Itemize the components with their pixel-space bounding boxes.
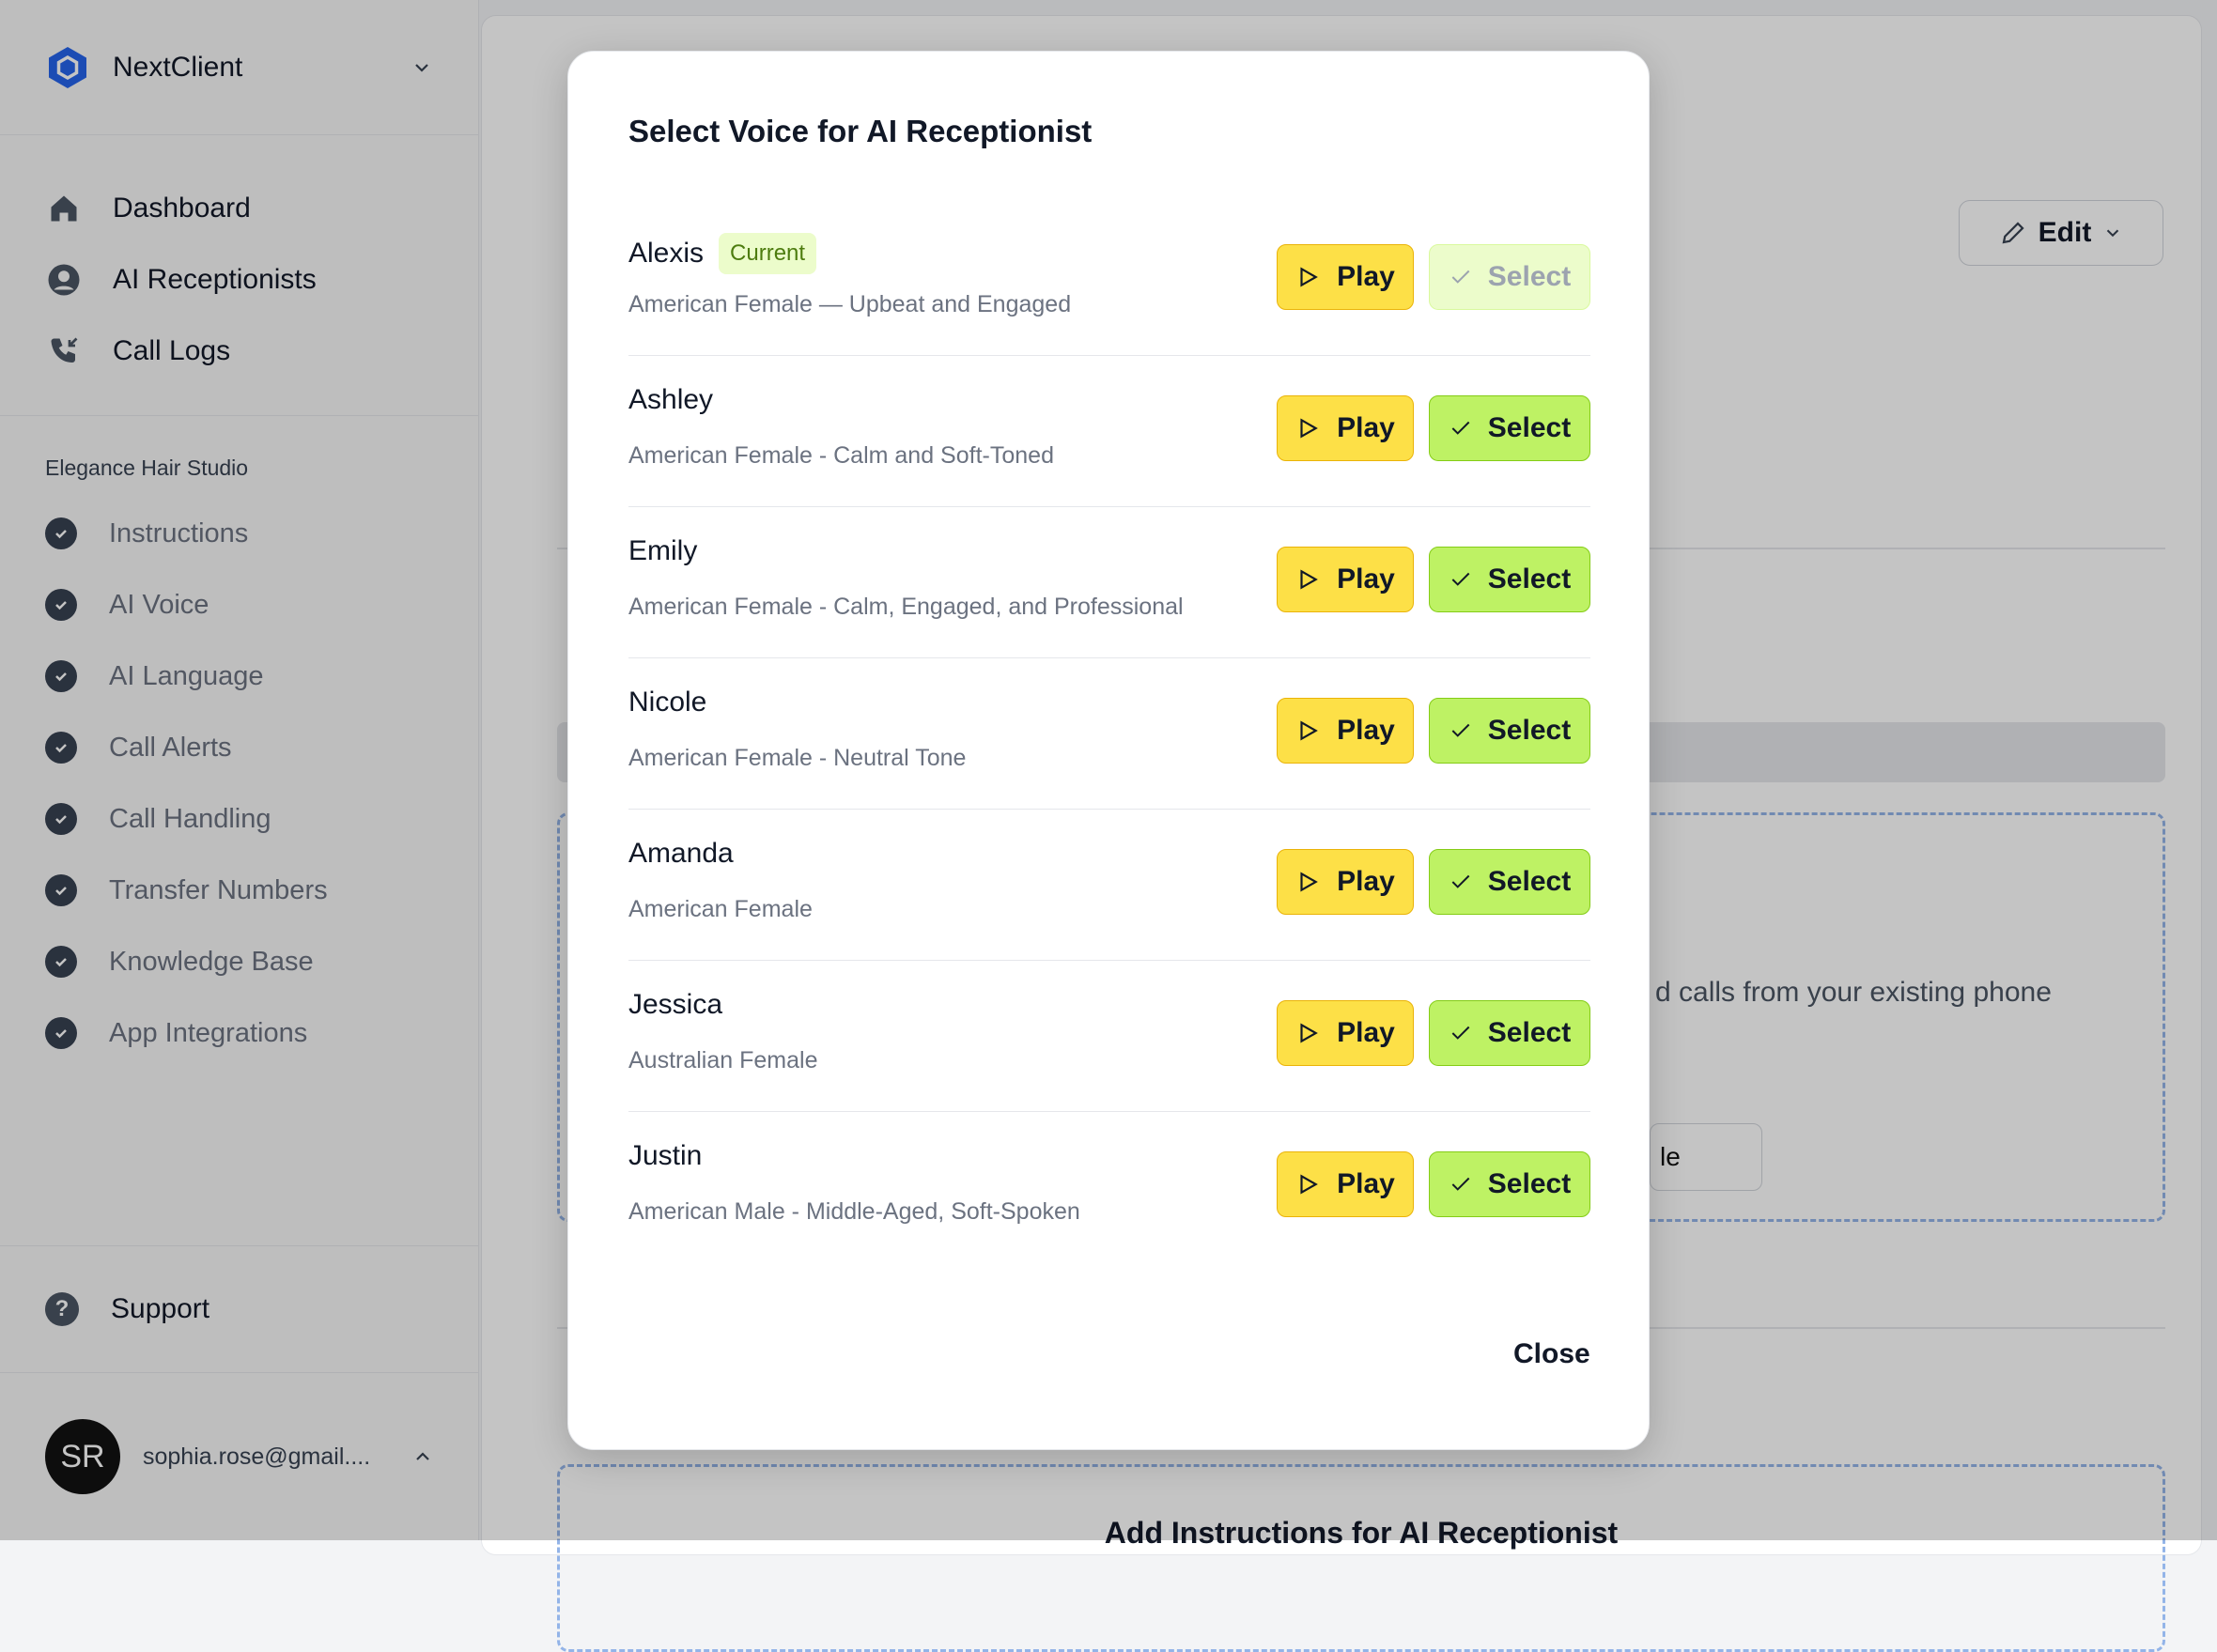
- play-button[interactable]: Play: [1277, 547, 1414, 612]
- play-icon: [1300, 1023, 1318, 1043]
- select-button[interactable]: Select: [1429, 1000, 1590, 1066]
- play-button[interactable]: Play: [1277, 1000, 1414, 1066]
- play-label: Play: [1337, 412, 1395, 443]
- select-label: Select: [1487, 261, 1572, 292]
- select-button[interactable]: Select: [1429, 698, 1590, 764]
- check-icon: [1451, 421, 1470, 435]
- voice-row-justin: Justin American Male - Middle-Aged, Soft…: [628, 1112, 1590, 1263]
- play-icon: [1300, 569, 1318, 590]
- play-button[interactable]: Play: [1277, 849, 1414, 915]
- play-label: Play: [1337, 261, 1395, 292]
- voice-description: American Female - Calm and Soft-Toned: [628, 442, 1054, 469]
- voice-description: Australian Female: [628, 1047, 818, 1073]
- check-icon: [1451, 723, 1470, 737]
- voice-list: Alexis Current American Female — Upbeat …: [628, 205, 1590, 1263]
- play-icon: [1300, 418, 1318, 439]
- voice-description: American Female - Calm, Engaged, and Pro…: [628, 594, 1184, 620]
- voice-row-alexis: Alexis Current American Female — Upbeat …: [628, 205, 1590, 356]
- play-button[interactable]: Play: [1277, 244, 1414, 310]
- play-label: Play: [1337, 1017, 1395, 1048]
- voice-name: Amanda: [628, 838, 734, 869]
- play-label: Play: [1337, 564, 1395, 594]
- voice-row-emily: Emily American Female - Calm, Engaged, a…: [628, 507, 1590, 658]
- play-label: Play: [1337, 1168, 1395, 1199]
- voice-description: American Female - Neutral Tone: [628, 745, 967, 771]
- voice-description: American Female: [628, 896, 813, 922]
- voice-description: American Male - Middle-Aged, Soft-Spoken: [628, 1198, 1080, 1225]
- select-button: Select: [1429, 244, 1590, 310]
- play-button[interactable]: Play: [1277, 698, 1414, 764]
- check-icon: [1451, 874, 1470, 888]
- play-label: Play: [1337, 715, 1395, 746]
- select-label: Select: [1487, 1168, 1572, 1199]
- select-button[interactable]: Select: [1429, 547, 1590, 612]
- select-label: Select: [1487, 564, 1572, 594]
- check-icon: [1451, 1177, 1470, 1191]
- voice-name: Ashley: [628, 384, 714, 415]
- voice-name: Alexis: [628, 238, 705, 269]
- check-icon: [1451, 1026, 1470, 1040]
- play-icon: [1300, 872, 1318, 892]
- voice-row-nicole: Nicole American Female - Neutral Tone Pl…: [628, 658, 1590, 810]
- check-icon: [1451, 270, 1470, 284]
- voice-name: Jessica: [628, 989, 723, 1020]
- play-icon: [1300, 1174, 1318, 1195]
- play-button[interactable]: Play: [1277, 1151, 1414, 1217]
- select-label: Select: [1487, 412, 1572, 443]
- select-label: Select: [1487, 1017, 1572, 1048]
- select-button[interactable]: Select: [1429, 1151, 1590, 1217]
- voice-name: Nicole: [628, 687, 707, 718]
- current-badge: Current: [719, 233, 817, 274]
- play-icon: [1300, 720, 1318, 741]
- dialog-title: Select Voice for AI Receptionist: [628, 114, 1093, 148]
- play-icon: [1300, 267, 1318, 287]
- voice-name: Justin: [628, 1140, 703, 1171]
- select-label: Select: [1487, 866, 1572, 897]
- voice-name: Emily: [628, 535, 698, 566]
- voice-row-jessica: Jessica Australian Female Play Select: [628, 961, 1590, 1112]
- voice-description: American Female — Upbeat and Engaged: [628, 291, 1072, 317]
- voice-row-ashley: Ashley American Female - Calm and Soft-T…: [628, 356, 1590, 507]
- play-button[interactable]: Play: [1277, 395, 1414, 461]
- check-icon: [1451, 572, 1470, 586]
- select-button[interactable]: Select: [1429, 849, 1590, 915]
- close-button[interactable]: Close: [1513, 1338, 1590, 1370]
- select-label: Select: [1487, 715, 1572, 746]
- voice-row-amanda: Amanda American Female Play Select: [628, 810, 1590, 961]
- voice-select-dialog: Select Voice for AI Receptionist Alexis …: [567, 51, 1650, 1450]
- select-button[interactable]: Select: [1429, 395, 1590, 461]
- play-label: Play: [1337, 866, 1395, 897]
